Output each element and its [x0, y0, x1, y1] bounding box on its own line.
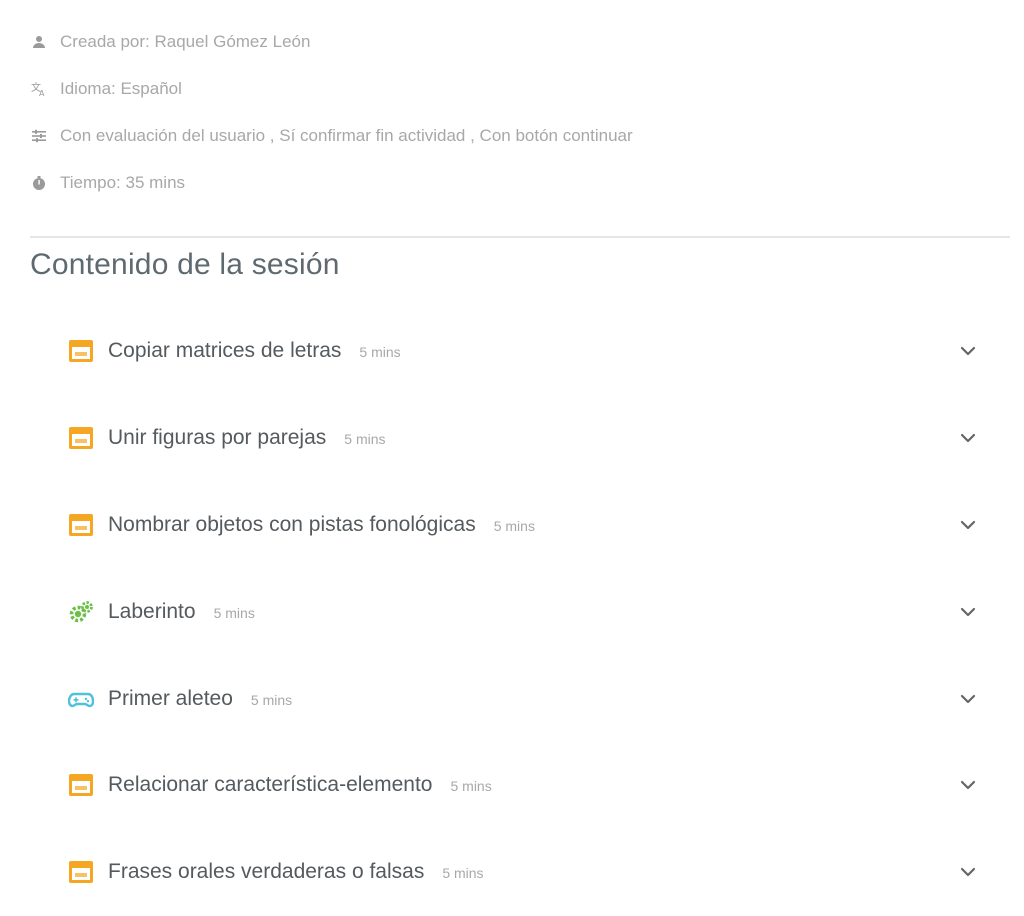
calendar-icon [68, 859, 94, 885]
activity-item[interactable]: Primer aleteo 5 mins [0, 655, 1024, 742]
meta-creator-text: Creada por: Raquel Gómez León [60, 31, 311, 51]
chevron-down-icon[interactable] [955, 338, 981, 364]
chevron-down-icon[interactable] [955, 425, 981, 451]
chevron-down-icon[interactable] [955, 772, 981, 798]
gears-icon [68, 599, 94, 625]
chevron-down-icon[interactable] [955, 859, 981, 885]
activity-title-text: Laberinto [108, 599, 196, 623]
meta-language: 文A Idioma: Español [30, 65, 990, 112]
activity-title: Primer aleteo 5 mins [108, 687, 292, 711]
activity-title: Nombrar objetos con pistas fonológicas 5 … [108, 513, 535, 537]
activity-title-text: Frases orales verdaderas o falsas [108, 860, 425, 884]
calendar-icon [68, 338, 94, 364]
meta-language-text: Idioma: Español [60, 78, 182, 98]
user-icon [30, 33, 48, 51]
translate-icon: 文A [30, 80, 48, 98]
calendar-icon [68, 772, 94, 798]
activity-title: Relacionar característica-elemento 5 mins [108, 773, 492, 797]
calendar-icon [68, 512, 94, 538]
activity-item[interactable]: Laberinto 5 mins [0, 568, 1024, 655]
activity-duration: 5 mins [344, 431, 386, 448]
calendar-icon [68, 425, 94, 451]
activity-title: Copiar matrices de letras 5 mins [108, 339, 401, 363]
activity-item[interactable]: Copiar matrices de letras 5 mins [0, 308, 1024, 395]
activity-duration: 5 mins [450, 778, 492, 795]
activity-title-text: Nombrar objetos con pistas fonológicas [108, 512, 476, 536]
activity-duration: 5 mins [493, 517, 535, 534]
section-title: Contenido de la sesión [30, 248, 340, 281]
activity-title-text: Relacionar característica-elemento [108, 773, 433, 797]
activity-duration: 5 mins [442, 865, 484, 882]
settings-list-icon [30, 127, 48, 145]
activity-item[interactable]: Nombrar objetos con pistas fonológicas 5 … [0, 482, 1024, 569]
meta-settings: Con evaluación del usuario , Sí confirma… [30, 112, 990, 159]
activity-item[interactable]: Frases orales verdaderas o falsas 5 mins [0, 829, 1024, 916]
activity-list: Copiar matrices de letras 5 mins Unir fig… [0, 308, 1024, 916]
activity-title: Frases orales verdaderas o falsas 5 mins [108, 860, 484, 884]
chevron-down-icon[interactable] [955, 686, 981, 712]
meta-creator: Creada por: Raquel Gómez León [30, 18, 990, 65]
meta-time: Tiempo: 35 mins [30, 159, 990, 206]
meta-settings-text: Con evaluación del usuario , Sí confirma… [60, 125, 633, 145]
timer-icon [30, 174, 48, 192]
activity-title: Unir figuras por parejas 5 mins [108, 426, 386, 450]
activity-title: Laberinto 5 mins [108, 600, 255, 624]
meta-time-text: Tiempo: 35 mins [60, 172, 186, 192]
gamepad-icon [68, 686, 94, 712]
activity-duration: 5 mins [359, 344, 401, 361]
activity-title-text: Unir figuras por parejas [108, 426, 327, 450]
activity-item[interactable]: Relacionar característica-elemento 5 mins [0, 742, 1024, 829]
session-meta: Creada por: Raquel Gómez León 文A Idioma:… [30, 18, 990, 206]
activity-title-text: Primer aleteo [108, 686, 233, 710]
chevron-down-icon[interactable] [955, 599, 981, 625]
activity-duration: 5 mins [213, 604, 255, 621]
chevron-down-icon[interactable] [955, 512, 981, 538]
section-divider [30, 236, 1010, 238]
activity-item[interactable]: Unir figuras por parejas 5 mins [0, 395, 1024, 482]
svg-text:A: A [39, 89, 45, 97]
activity-duration: 5 mins [250, 691, 293, 708]
activity-title-text: Copiar matrices de letras [108, 339, 342, 363]
